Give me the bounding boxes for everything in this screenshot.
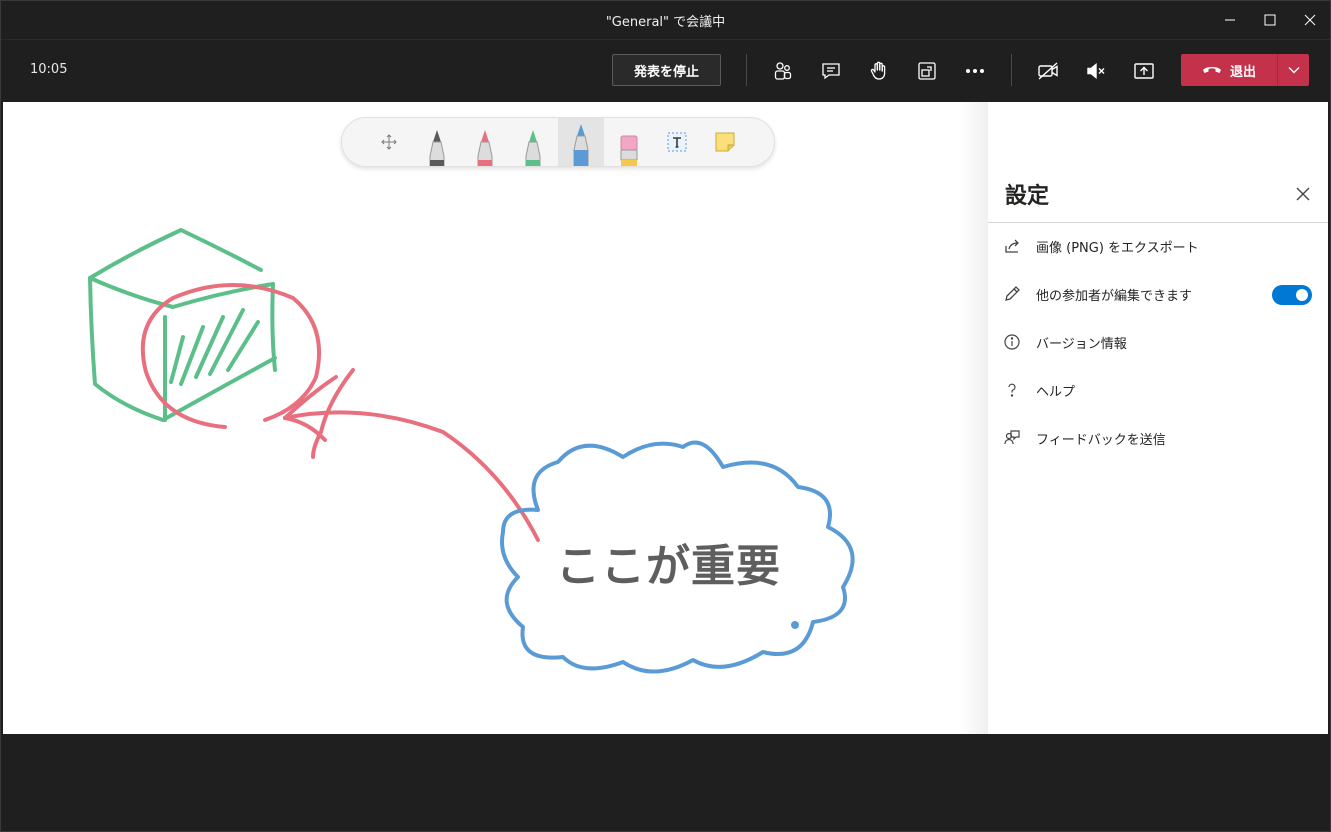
pencil-icon [1002, 284, 1022, 304]
people-icon [774, 62, 792, 80]
eraser-icon [620, 135, 638, 166]
feedback-icon [1002, 428, 1022, 448]
pen-green-icon [525, 130, 541, 166]
more-icon [966, 69, 984, 73]
whiteboard-canvas[interactable]: ここが重要 [3, 102, 988, 734]
toolbar-separator [746, 54, 747, 86]
toolbar-separator [1011, 54, 1012, 86]
settings-panel: 設定 画像 (PNG) をエクスポート 他の参加者が編集できます バージョン情報… [988, 102, 1328, 734]
ink-toolbar [341, 117, 775, 167]
more-actions-button[interactable] [961, 57, 989, 85]
eraser-tool[interactable] [606, 118, 652, 166]
pen-red-icon [477, 130, 493, 166]
window-title: "General" で会議中 [605, 15, 726, 30]
green-cube-drawing [88, 228, 277, 422]
mute-icon [1087, 63, 1105, 79]
share-screen-icon [1134, 63, 1154, 79]
blue-pen-tool[interactable] [558, 118, 604, 166]
title-bar: "General" で会議中 [0, 0, 1331, 40]
leave-button: 退出 [1181, 54, 1309, 86]
sticky-note-tool[interactable] [702, 118, 748, 166]
raise-hand-button[interactable] [865, 57, 893, 85]
leave-main-button[interactable]: 退出 [1181, 54, 1277, 86]
stop-presenting-button[interactable]: 発表を停止 [612, 54, 721, 86]
share-icon [1002, 236, 1022, 256]
leave-label: 退出 [1229, 64, 1256, 80]
allow-edit-toggle[interactable] [1272, 285, 1312, 305]
hang-up-icon [1202, 67, 1221, 73]
meeting-time: 10:05 [30, 62, 68, 77]
black-pen-tool[interactable] [414, 118, 460, 166]
move-tool[interactable] [366, 118, 412, 166]
send-feedback-item[interactable]: フィードバックを送信 [988, 416, 1328, 460]
green-pen-tool[interactable] [510, 118, 556, 166]
info-icon [1002, 332, 1022, 352]
leave-options-button[interactable] [1277, 54, 1309, 86]
red-circle-arrow-drawing [140, 283, 540, 542]
participants-button[interactable] [769, 57, 797, 85]
menu-item-label: フィードバックを送信 [1036, 433, 1166, 448]
meeting-toolbar: 10:05 発表を停止 退出 [0, 40, 1331, 102]
raise-hand-icon [870, 61, 886, 80]
minimize-button[interactable] [1216, 6, 1244, 34]
share-screen-button[interactable] [1130, 57, 1158, 85]
whiteboard-text[interactable]: ここが重要 [556, 530, 781, 594]
export-png-item[interactable]: 画像 (PNG) をエクスポート [988, 224, 1328, 268]
panel-title: 設定 [1005, 184, 1050, 209]
menu-item-label: 画像 (PNG) をエクスポート [1036, 241, 1199, 256]
share-tray-icon [918, 62, 936, 80]
menu-item-label: バージョン情報 [1036, 337, 1127, 352]
help-item[interactable]: ヘルプ [988, 368, 1328, 412]
menu-item-label: ヘルプ [1036, 385, 1076, 400]
chat-icon [822, 63, 840, 80]
close-icon [1304, 14, 1316, 26]
minimize-icon [1225, 19, 1235, 21]
text-tool[interactable] [654, 118, 700, 166]
camera-off-icon [1038, 62, 1058, 80]
close-icon [1296, 187, 1310, 201]
help-icon [1002, 380, 1022, 400]
red-pen-tool[interactable] [462, 118, 508, 166]
text-box-icon [667, 132, 687, 152]
sticky-note-icon [715, 132, 735, 152]
chevron-down-icon [1288, 67, 1299, 74]
menu-item-label: 他の参加者が編集できます [1036, 289, 1193, 304]
move-icon [381, 134, 397, 150]
version-info-item[interactable]: バージョン情報 [988, 320, 1328, 364]
share-tray-button[interactable] [913, 57, 941, 85]
mute-button[interactable] [1082, 57, 1110, 85]
panel-close-button[interactable] [1291, 182, 1315, 206]
whiteboard-drawing [88, 228, 855, 674]
pen-black-icon [429, 130, 445, 166]
pen-blue-icon [573, 124, 589, 166]
maximize-icon [1264, 14, 1276, 26]
chat-button[interactable] [817, 57, 845, 85]
camera-button[interactable] [1034, 57, 1062, 85]
allow-edit-item: 他の参加者が編集できます [988, 272, 1328, 316]
close-window-button[interactable] [1296, 6, 1324, 34]
bottom-bar [0, 734, 1331, 832]
panel-divider [988, 222, 1328, 223]
toggle-knob [1296, 289, 1308, 301]
maximize-button[interactable] [1256, 6, 1284, 34]
